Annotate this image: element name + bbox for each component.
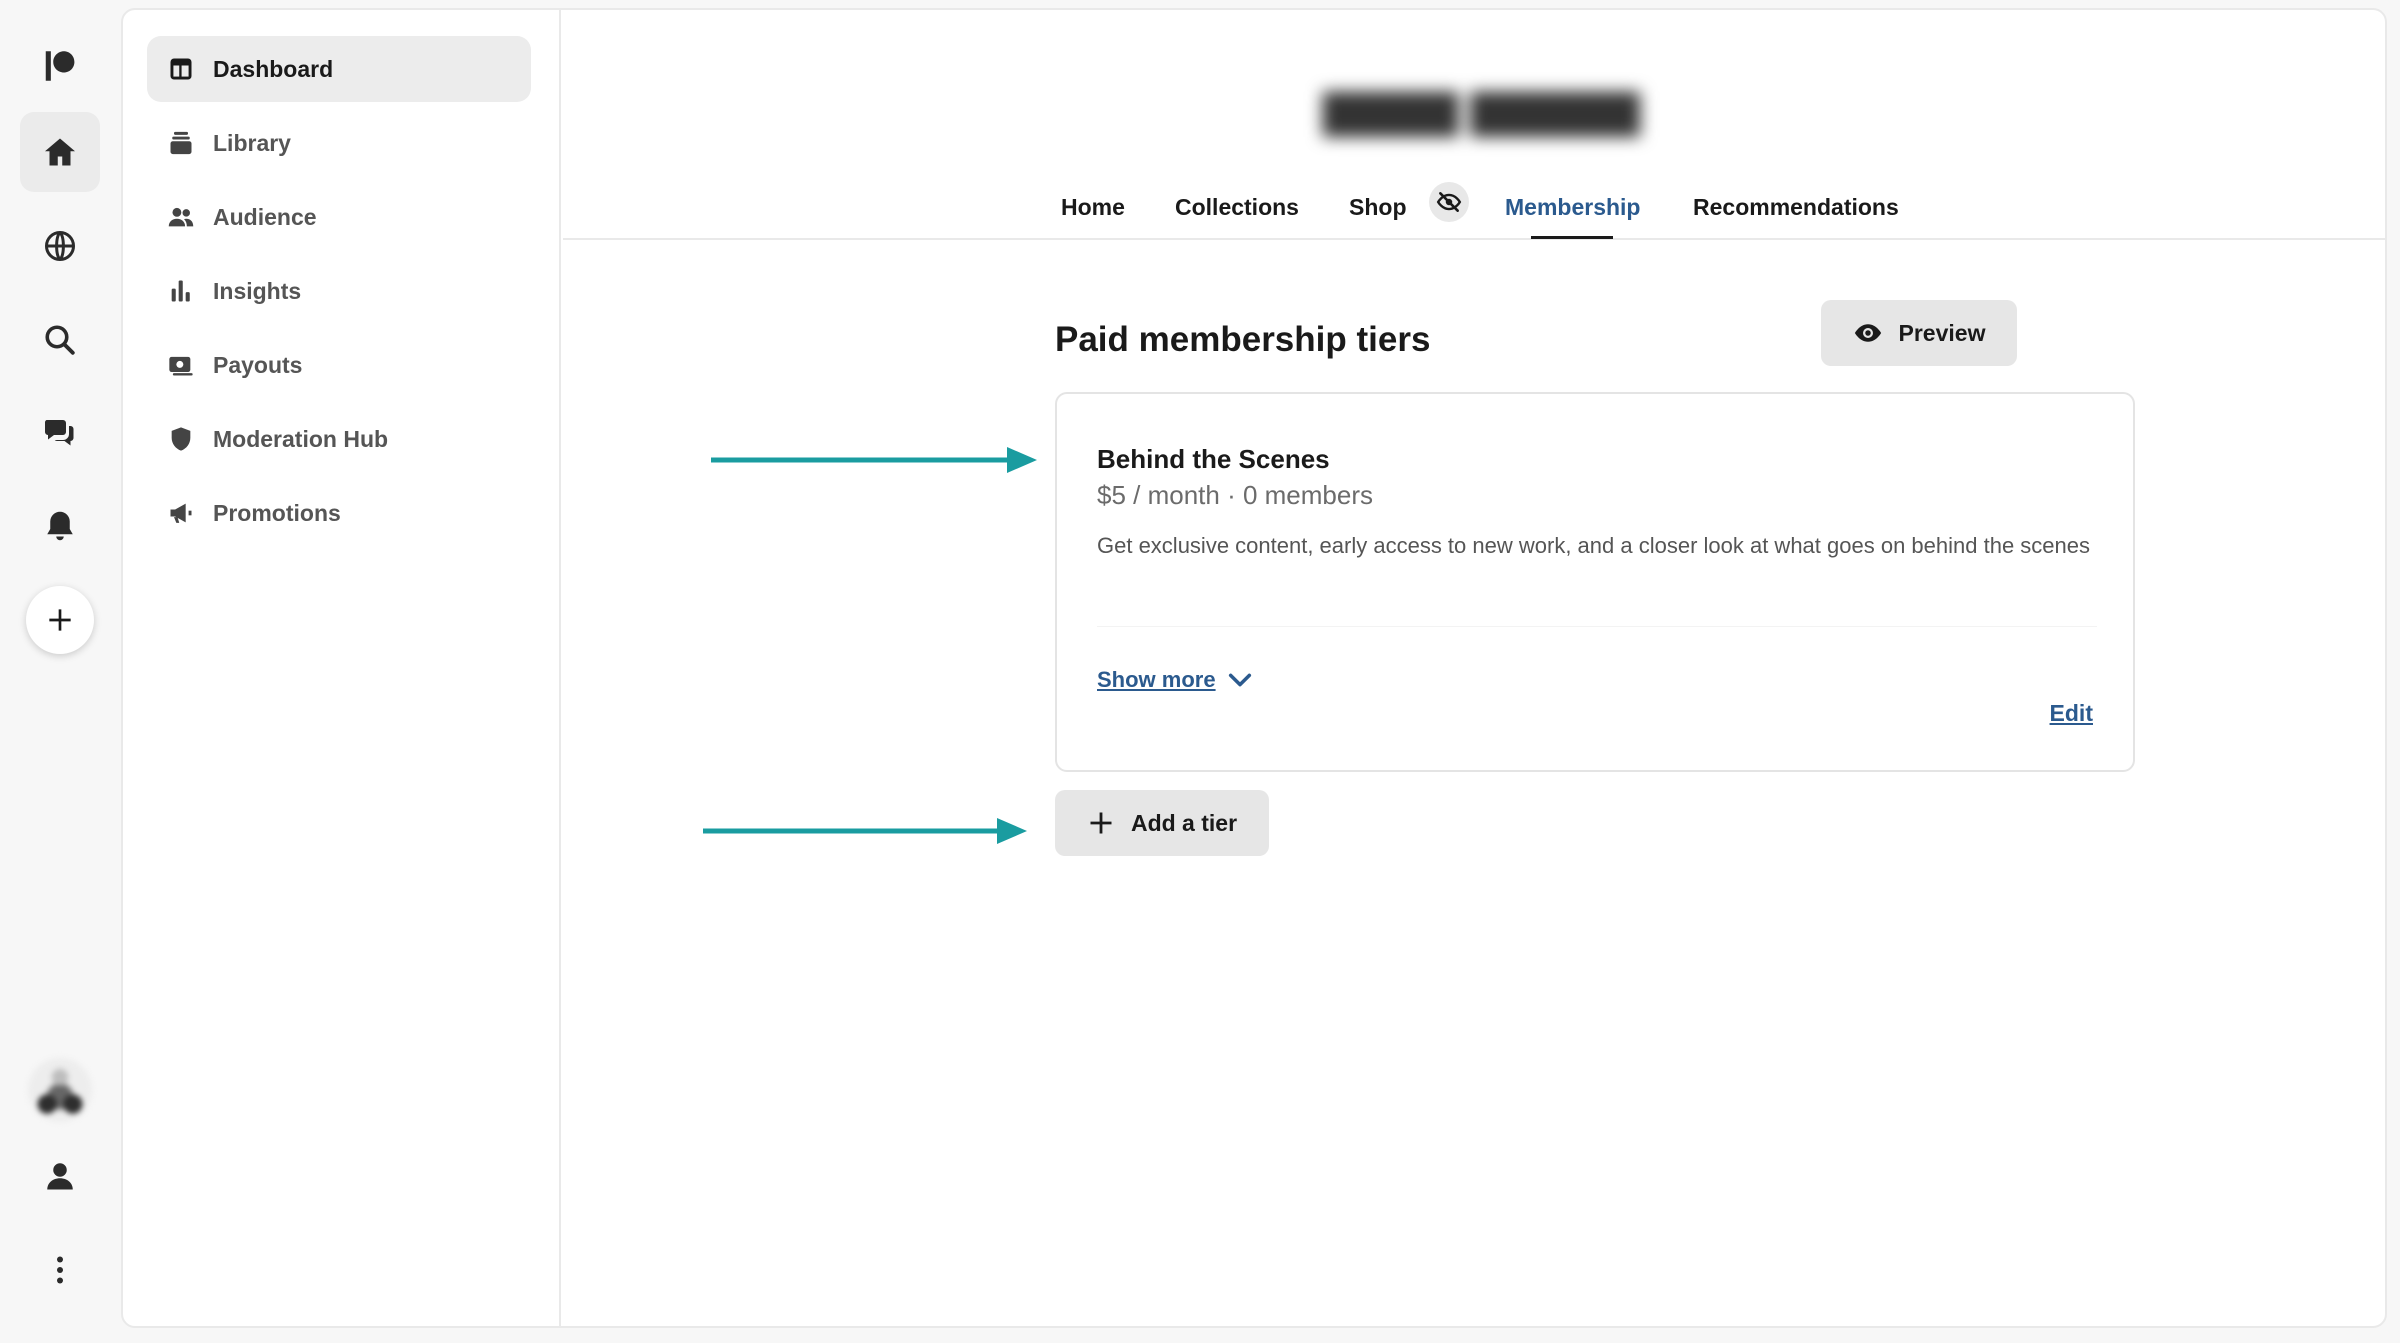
plus-icon: [1090, 812, 1112, 834]
sidebar-item-moderation-hub[interactable]: Moderation Hub: [147, 406, 531, 472]
tab-recommendations[interactable]: Recommendations: [1693, 194, 1899, 221]
tab-shop[interactable]: Shop: [1349, 194, 1407, 221]
edit-link[interactable]: Edit: [2050, 700, 2093, 727]
add-tier-label: Add a tier: [1130, 809, 1238, 836]
library-icon: [170, 131, 192, 155]
sidebar: Dashboard Library Audience Insights Payo…: [123, 10, 561, 1326]
globe-icon[interactable]: [20, 206, 100, 286]
tab-bar: Home Collections Shop Membership Recomme…: [563, 160, 2385, 240]
payouts-icon: [169, 356, 193, 376]
create-button[interactable]: [26, 586, 94, 654]
show-more-label: Show more: [1097, 667, 1216, 692]
description-fade: [1077, 574, 2117, 614]
add-tier-button[interactable]: Add a tier: [1055, 790, 1269, 856]
main-panel: Dashboard Library Audience Insights Payo…: [121, 8, 2387, 1328]
audience-icon: [168, 207, 194, 227]
sidebar-item-label: Audience: [213, 203, 317, 230]
megaphone-icon: [170, 503, 192, 523]
more-vertical-icon[interactable]: [20, 1230, 100, 1310]
shield-icon: [171, 427, 191, 451]
home-icon[interactable]: [20, 112, 100, 192]
sidebar-item-audience[interactable]: Audience: [147, 184, 531, 250]
sidebar-item-label: Dashboard: [213, 55, 334, 82]
sidebar-item-insights[interactable]: Insights: [147, 258, 531, 324]
show-more-link[interactable]: Show more: [1097, 666, 1254, 694]
annotation-arrow: [711, 447, 1037, 473]
tier-card: Behind the Scenes $5 / month · 0 members…: [1055, 392, 2135, 772]
divider: [1097, 626, 2097, 627]
annotation-arrow: [703, 818, 1027, 844]
sidebar-item-dashboard[interactable]: Dashboard: [147, 36, 531, 102]
icon-rail: [0, 0, 120, 1343]
eye-icon: [1854, 324, 1881, 342]
user-icon[interactable]: [20, 1136, 100, 1216]
avatar[interactable]: [28, 1058, 92, 1122]
patreon-logo-icon[interactable]: [20, 26, 100, 106]
tab-collections[interactable]: Collections: [1175, 194, 1299, 221]
chevron-down-icon: [1228, 673, 1251, 687]
dashboard-icon: [170, 58, 192, 80]
search-icon[interactable]: [20, 300, 100, 380]
tier-description: Get exclusive content, early access to n…: [1097, 533, 2090, 558]
insights-icon: [171, 280, 190, 302]
sidebar-item-label: Moderation Hub: [213, 425, 389, 452]
active-tab-indicator: [1531, 236, 1613, 239]
eye-off-icon: [1436, 192, 1462, 212]
preview-label: Preview: [1898, 319, 1986, 346]
shop-hidden-badge: [1429, 182, 1469, 222]
sidebar-item-label: Promotions: [213, 499, 341, 526]
plus-icon: [49, 609, 71, 631]
tab-home[interactable]: Home: [1061, 194, 1125, 221]
tier-price: $5 / month · 0 members: [1097, 480, 1373, 510]
sidebar-item-label: Insights: [213, 277, 302, 304]
sidebar-item-library[interactable]: Library: [147, 110, 531, 176]
sidebar-item-payouts[interactable]: Payouts: [147, 332, 531, 398]
creator-name: ▇▇▇▇ ▇▇▇▇▇: [1323, 87, 1640, 136]
page-title: Paid membership tiers: [1055, 320, 1431, 359]
sidebar-item-promotions[interactable]: Promotions: [147, 480, 531, 546]
sidebar-item-label: Library: [213, 129, 291, 156]
chat-icon[interactable]: [20, 392, 100, 472]
preview-button[interactable]: Preview: [1821, 300, 2017, 366]
bell-icon[interactable]: [20, 486, 100, 566]
tier-name: Behind the Scenes: [1097, 444, 1330, 474]
tab-membership[interactable]: Membership: [1505, 194, 1640, 221]
content-area: ▇▇▇▇ ▇▇▇▇▇ Home Collections Shop Members…: [563, 10, 2385, 1326]
sidebar-item-label: Payouts: [213, 351, 303, 378]
